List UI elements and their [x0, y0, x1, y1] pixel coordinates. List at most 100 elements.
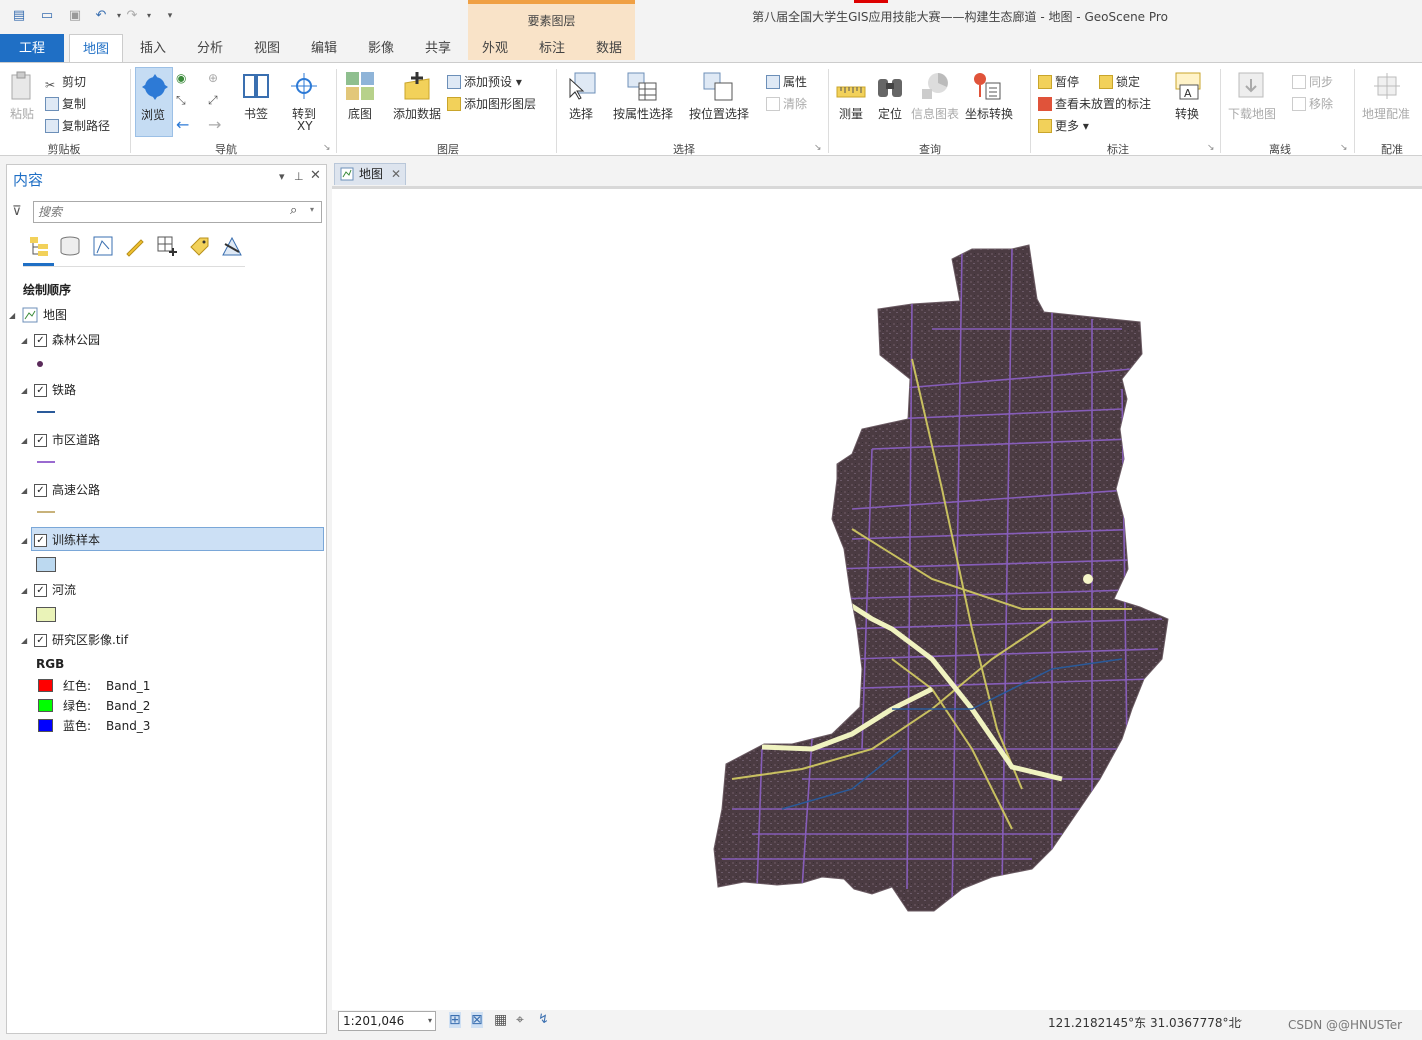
map-view-tab[interactable]: 地图 ✕ [334, 163, 406, 185]
tab-project[interactable]: 工程 [0, 34, 64, 62]
pane-menu-icon[interactable]: ▾ [279, 170, 285, 183]
save-icon[interactable]: ▣ [67, 9, 83, 23]
list-by-labeling-icon[interactable] [188, 235, 210, 257]
convert-labels-button[interactable]: 转换 [1175, 105, 1199, 122]
locate-button[interactable]: 定位 [878, 105, 902, 122]
copy-button[interactable]: 复制 [45, 95, 86, 112]
layer-name-training-samples[interactable]: 训练样本 [52, 530, 100, 550]
clear-selection-button[interactable]: 清除 [766, 95, 807, 112]
convert-coordinates-button[interactable]: 坐标转换 [965, 105, 1013, 122]
open-project-icon[interactable]: ▭ [39, 9, 55, 23]
list-by-drawing-order-icon[interactable] [28, 235, 50, 257]
layer-visibility-checkbox[interactable]: ✓ [34, 584, 47, 597]
tab-analysis[interactable]: 分析 [185, 34, 235, 62]
tab-imagery[interactable]: 影像 [356, 34, 406, 62]
filter-icon[interactable]: ⊽ [12, 204, 22, 219]
labeling-launcher-icon[interactable]: ↘ [1207, 143, 1215, 153]
attributes-button[interactable]: 属性 [766, 73, 807, 90]
more-labeling-button[interactable]: 更多 ▾ [1038, 117, 1089, 134]
list-by-snapping-icon[interactable] [156, 235, 178, 257]
close-pane-icon[interactable]: ✕ [310, 168, 321, 183]
sync-button[interactable]: 同步 [1292, 73, 1333, 90]
layer-visibility-checkbox[interactable]: ✓ [34, 434, 47, 447]
customize-toolbar-icon[interactable]: ▾ [162, 9, 178, 23]
copy-path-button[interactable]: 复制路径 [45, 117, 110, 134]
collapse-layer-icon[interactable]: ◢ [21, 636, 27, 645]
layer-visibility-checkbox[interactable]: ✓ [34, 384, 47, 397]
download-map-button[interactable]: 下载地图 [1228, 105, 1276, 122]
next-extent-icon[interactable]: → [208, 115, 221, 134]
offline-launcher-icon[interactable]: ↘ [1340, 143, 1348, 153]
tab-data[interactable]: 数据 [584, 34, 634, 62]
zoom-to-selection-icon[interactable]: ⊕ [208, 71, 218, 85]
bookmarks-button[interactable]: 书签 [244, 105, 268, 122]
tab-appearance[interactable]: 外观 [470, 34, 520, 62]
add-preset-button[interactable]: 添加预设 ▾ [447, 73, 522, 90]
list-by-editing-icon[interactable] [123, 235, 145, 257]
pin-icon[interactable]: ⊥ [294, 170, 304, 183]
refresh-icon[interactable]: ↯ [538, 1012, 549, 1027]
fixed-zoom-in-icon[interactable]: ⤡ [176, 93, 186, 108]
collapse-layer-icon[interactable]: ◢ [21, 486, 27, 495]
lock-labeling-button[interactable]: 锁定 [1099, 73, 1140, 90]
layer-visibility-checkbox[interactable]: ✓ [34, 484, 47, 497]
search-icon[interactable]: ⌕ [290, 203, 297, 218]
list-by-selection-icon[interactable] [92, 235, 114, 257]
add-data-button[interactable]: 添加数据 [393, 105, 441, 122]
coordinate-format-dropdown-icon[interactable]: ⌄ [1236, 1015, 1244, 1025]
select-by-attributes-button[interactable]: 按属性选择 [613, 105, 673, 122]
full-extent-icon[interactable]: ◉ [176, 71, 186, 85]
new-project-icon[interactable]: ▤ [11, 9, 27, 23]
tab-share[interactable]: 共享 [413, 34, 463, 62]
collapse-layer-icon[interactable]: ◢ [21, 436, 27, 445]
basemap-button[interactable]: 底图 [348, 105, 372, 122]
undo-icon[interactable]: ↶ [93, 9, 109, 23]
collapse-layer-icon[interactable]: ◢ [21, 586, 27, 595]
scale-dropdown-icon[interactable]: ▾ [428, 1012, 432, 1030]
tab-map[interactable]: 地图 [69, 34, 123, 63]
navigate-launcher-icon[interactable]: ↘ [323, 143, 331, 153]
selection-launcher-icon[interactable]: ↘ [814, 143, 822, 153]
collapse-layer-icon[interactable]: ◢ [21, 386, 27, 395]
table-view-icon[interactable]: ▦ [494, 1012, 507, 1028]
tab-view[interactable]: 视图 [242, 34, 292, 62]
add-graphics-layer-button[interactable]: 添加图形图层 [447, 95, 536, 112]
map-node-label[interactable]: 地图 [43, 305, 67, 325]
explore-button[interactable]: 浏览 [135, 67, 173, 137]
layer-name-river[interactable]: 河流 [52, 580, 76, 600]
layer-visibility-checkbox[interactable]: ✓ [34, 534, 47, 547]
layer-name-study-area-image[interactable]: 研究区影像.tif [52, 630, 128, 650]
collapse-map-icon[interactable]: ◢ [9, 311, 15, 320]
map-canvas[interactable] [332, 186, 1422, 1010]
search-options-icon[interactable]: ▾ [310, 205, 314, 214]
search-input[interactable] [38, 204, 278, 220]
list-by-perspective-imagery-icon[interactable] [220, 235, 242, 257]
collapse-layer-icon[interactable]: ◢ [21, 536, 27, 545]
snapping-icon[interactable]: ⌖ [516, 1012, 524, 1028]
paste-button[interactable]: 粘贴 [10, 105, 34, 122]
tab-insert[interactable]: 插入 [128, 34, 178, 62]
fixed-scale-icon[interactable]: ⊞ [449, 1012, 461, 1028]
layer-name-urban-roads[interactable]: 市区道路 [52, 430, 100, 450]
infographics-button[interactable]: 信息图表 [911, 105, 959, 122]
scale-selector[interactable]: 1:201,046 ▾ [338, 1011, 436, 1031]
georeference-button[interactable]: 地理配准 [1362, 105, 1410, 122]
redo-icon[interactable]: ↷ [124, 9, 140, 23]
select-button[interactable]: 选择 [569, 105, 593, 122]
tab-edit[interactable]: 编辑 [299, 34, 349, 62]
list-by-source-icon[interactable] [59, 235, 81, 257]
remove-offline-button[interactable]: 移除 [1292, 95, 1333, 112]
layer-name-forest-park[interactable]: 森林公园 [52, 330, 100, 350]
measure-button[interactable]: 测量 [839, 105, 863, 122]
layer-visibility-checkbox[interactable]: ✓ [34, 634, 47, 647]
select-by-location-button[interactable]: 按位置选择 [689, 105, 749, 122]
fixed-zoom-out-icon[interactable]: ⤢ [208, 93, 218, 108]
collapse-layer-icon[interactable]: ◢ [21, 336, 27, 345]
cut-button[interactable]: ✂ 剪切 [45, 73, 86, 92]
view-unplaced-button[interactable]: 查看未放置的标注 [1038, 95, 1151, 112]
close-map-tab-icon[interactable]: ✕ [391, 164, 401, 185]
previous-extent-icon[interactable]: ← [176, 115, 189, 134]
layer-name-highway[interactable]: 高速公路 [52, 480, 100, 500]
layer-name-railway[interactable]: 铁路 [52, 380, 76, 400]
redo-dropdown-icon[interactable]: ▾ [141, 9, 157, 23]
